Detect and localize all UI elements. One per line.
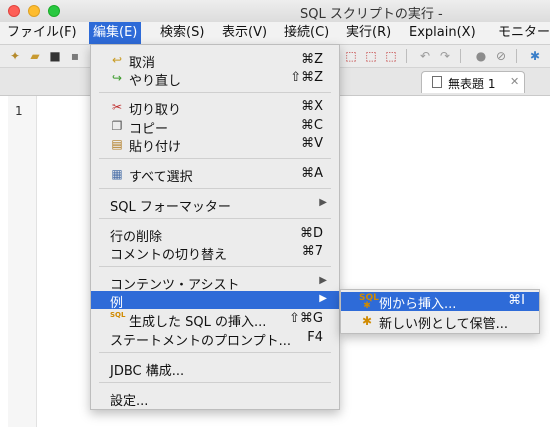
new-script-icon[interactable]: ✦: [8, 49, 22, 63]
menu-item-cut[interactable]: ✂ 切り取り ⌘X: [91, 98, 339, 118]
menu-item-content-assist[interactable]: コンテンツ・アシスト ▶: [91, 273, 339, 293]
menu-item-delete-line[interactable]: 行の削除 ⌘D: [91, 225, 339, 245]
menu-item-label: すべて選択: [129, 170, 193, 185]
clipboard-icon: ▤: [111, 137, 123, 151]
menu-item-label: 例: [110, 296, 124, 311]
open-folder-icon[interactable]: ▰: [28, 49, 42, 63]
menu-item-label: 設定...: [110, 394, 149, 409]
menu-separator: [99, 92, 331, 93]
zoom-window-button[interactable]: [48, 5, 60, 17]
sql-save-icon: ✱: [361, 314, 373, 328]
save-icon[interactable]: ■: [48, 49, 62, 63]
submenu-arrow-icon: ▶: [319, 275, 327, 286]
menu-item-label: 生成した SQL の挿入...: [129, 315, 267, 330]
settings-icon[interactable]: ✱: [528, 49, 542, 63]
redo-icon: ↪: [111, 71, 123, 85]
menu-item-label: 切り取り: [129, 103, 182, 118]
submenu-arrow-icon: ▶: [319, 293, 327, 304]
menu-item-undo[interactable]: ↩ 取消 ⌘Z: [91, 51, 339, 71]
submenu-item-shortcut: ⌘I: [508, 293, 525, 308]
sql-generate-icon: SQL: [110, 311, 126, 319]
menu-connect[interactable]: 接続(C): [280, 22, 333, 44]
menu-item-shortcut: F4: [307, 330, 323, 345]
close-window-button[interactable]: [8, 5, 20, 17]
document-icon: [432, 76, 442, 88]
tab-label: 無表題 1: [448, 77, 496, 91]
menu-item-shortcut: ⌘Z: [301, 52, 323, 67]
select-all-icon: ▦: [111, 167, 123, 181]
scissors-icon: ✂: [111, 100, 123, 114]
sql-insert-icon: SQL ✱: [359, 293, 379, 311]
undo-icon: ↩: [111, 53, 123, 67]
menu-item-shortcut: ⇧⌘Z: [290, 70, 323, 85]
copy-icon: ❐: [111, 119, 123, 133]
line-number-gutter: [8, 96, 37, 427]
close-tab-icon[interactable]: ✕: [510, 75, 519, 88]
menu-item-shortcut: ⇧⌘G: [289, 311, 323, 326]
example-submenu: SQL ✱ 例から挿入... ⌘I ✱ 新しい例として保管...: [340, 289, 540, 334]
menu-edit[interactable]: 編集(E): [89, 22, 142, 44]
menu-item-shortcut: ⌘V: [301, 136, 323, 151]
line-number: 1: [15, 104, 23, 118]
menu-item-shortcut: ⌘A: [301, 166, 323, 181]
menu-item-shortcut: ⌘X: [301, 99, 323, 114]
menu-item-shortcut: ⌘D: [299, 226, 323, 241]
run-sql-selected-icon[interactable]: ⬚: [384, 49, 398, 63]
menu-item-select-all[interactable]: ▦ すべて選択 ⌘A: [91, 165, 339, 185]
menu-item-paste[interactable]: ▤ 貼り付け ⌘V: [91, 135, 339, 155]
menu-item-label: コメントの切り替え: [110, 248, 228, 263]
tab-untitled-1[interactable]: 無表題 1 ✕: [421, 71, 525, 93]
menu-separator: [99, 352, 331, 353]
undo-icon[interactable]: ↶: [418, 49, 432, 63]
toolbar-separator: [460, 49, 461, 63]
menu-item-label: やり直し: [129, 74, 182, 89]
submenu-item-insert-from-example[interactable]: SQL ✱ 例から挿入... ⌘I: [341, 292, 539, 312]
menu-monitor[interactable]: モニター: [494, 22, 550, 44]
window-title: SQL スクリプトの実行 -: [300, 7, 443, 22]
menu-item-label: 貼り付け: [129, 140, 182, 155]
submenu-item-label: 例から挿入...: [379, 297, 457, 312]
menu-item-jdbc-config[interactable]: JDBC 構成...: [91, 359, 339, 379]
menu-item-shortcut: ⌘7: [301, 244, 323, 259]
sql-badge-text: SQL: [359, 293, 379, 303]
stop-icon[interactable]: ●: [474, 49, 488, 63]
redo-icon[interactable]: ↷: [438, 49, 452, 63]
minimize-window-button[interactable]: [28, 5, 40, 17]
menu-item-label: SQL フォーマッター: [110, 200, 231, 215]
menu-file[interactable]: ファイル(F): [3, 22, 81, 44]
menu-separator: [99, 266, 331, 267]
save-as-icon[interactable]: ▪: [68, 49, 82, 63]
menu-item-sql-formatter[interactable]: SQL フォーマッター ▶: [91, 195, 339, 215]
title-bar: SQL スクリプトの実行 -: [0, 0, 550, 23]
menu-search[interactable]: 検索(S): [156, 22, 208, 44]
menu-separator: [99, 158, 331, 159]
edit-menu-dropdown: ↩ 取消 ⌘Z ↪ やり直し ⇧⌘Z ✂ 切り取り ⌘X ❐ コピー ⌘C ▤ …: [90, 44, 340, 410]
menu-item-settings[interactable]: 設定...: [91, 389, 339, 409]
menu-item-statement-prompt[interactable]: ステートメントのプロンプト... F4: [91, 329, 339, 349]
menu-separator: [99, 382, 331, 383]
run-sql-icon[interactable]: ⬚: [344, 49, 358, 63]
menu-separator: [99, 188, 331, 189]
toolbar-separator: [406, 49, 407, 63]
menu-bar: ファイル(F) 編集(E) 検索(S) 表示(V) 接続(C) 実行(R) Ex…: [0, 22, 550, 45]
menu-separator: [99, 218, 331, 219]
menu-item-label: JDBC 構成...: [110, 364, 185, 379]
menu-item-toggle-comment[interactable]: コメントの切り替え ⌘7: [91, 243, 339, 263]
submenu-item-save-as-new-example[interactable]: ✱ 新しい例として保管...: [341, 312, 539, 332]
submenu-arrow-icon: ▶: [319, 197, 327, 208]
menu-item-label: ステートメントのプロンプト...: [110, 334, 292, 349]
menu-view[interactable]: 表示(V): [218, 22, 271, 44]
menu-item-example[interactable]: 例 ▶: [91, 291, 339, 311]
menu-item-shortcut: ⌘C: [300, 118, 323, 133]
menu-item-insert-generated-sql[interactable]: SQL 生成した SQL の挿入... ⇧⌘G: [91, 310, 339, 330]
run-sql-current-icon[interactable]: ⬚: [364, 49, 378, 63]
toolbar-separator: [516, 49, 517, 63]
menu-explain[interactable]: Explain(X): [405, 22, 480, 44]
menu-run[interactable]: 実行(R): [342, 22, 395, 44]
cancel-icon[interactable]: ⊘: [494, 49, 508, 63]
menu-item-copy[interactable]: ❐ コピー ⌘C: [91, 117, 339, 137]
menu-item-redo[interactable]: ↪ やり直し ⇧⌘Z: [91, 69, 339, 89]
submenu-item-label: 新しい例として保管...: [379, 317, 509, 332]
